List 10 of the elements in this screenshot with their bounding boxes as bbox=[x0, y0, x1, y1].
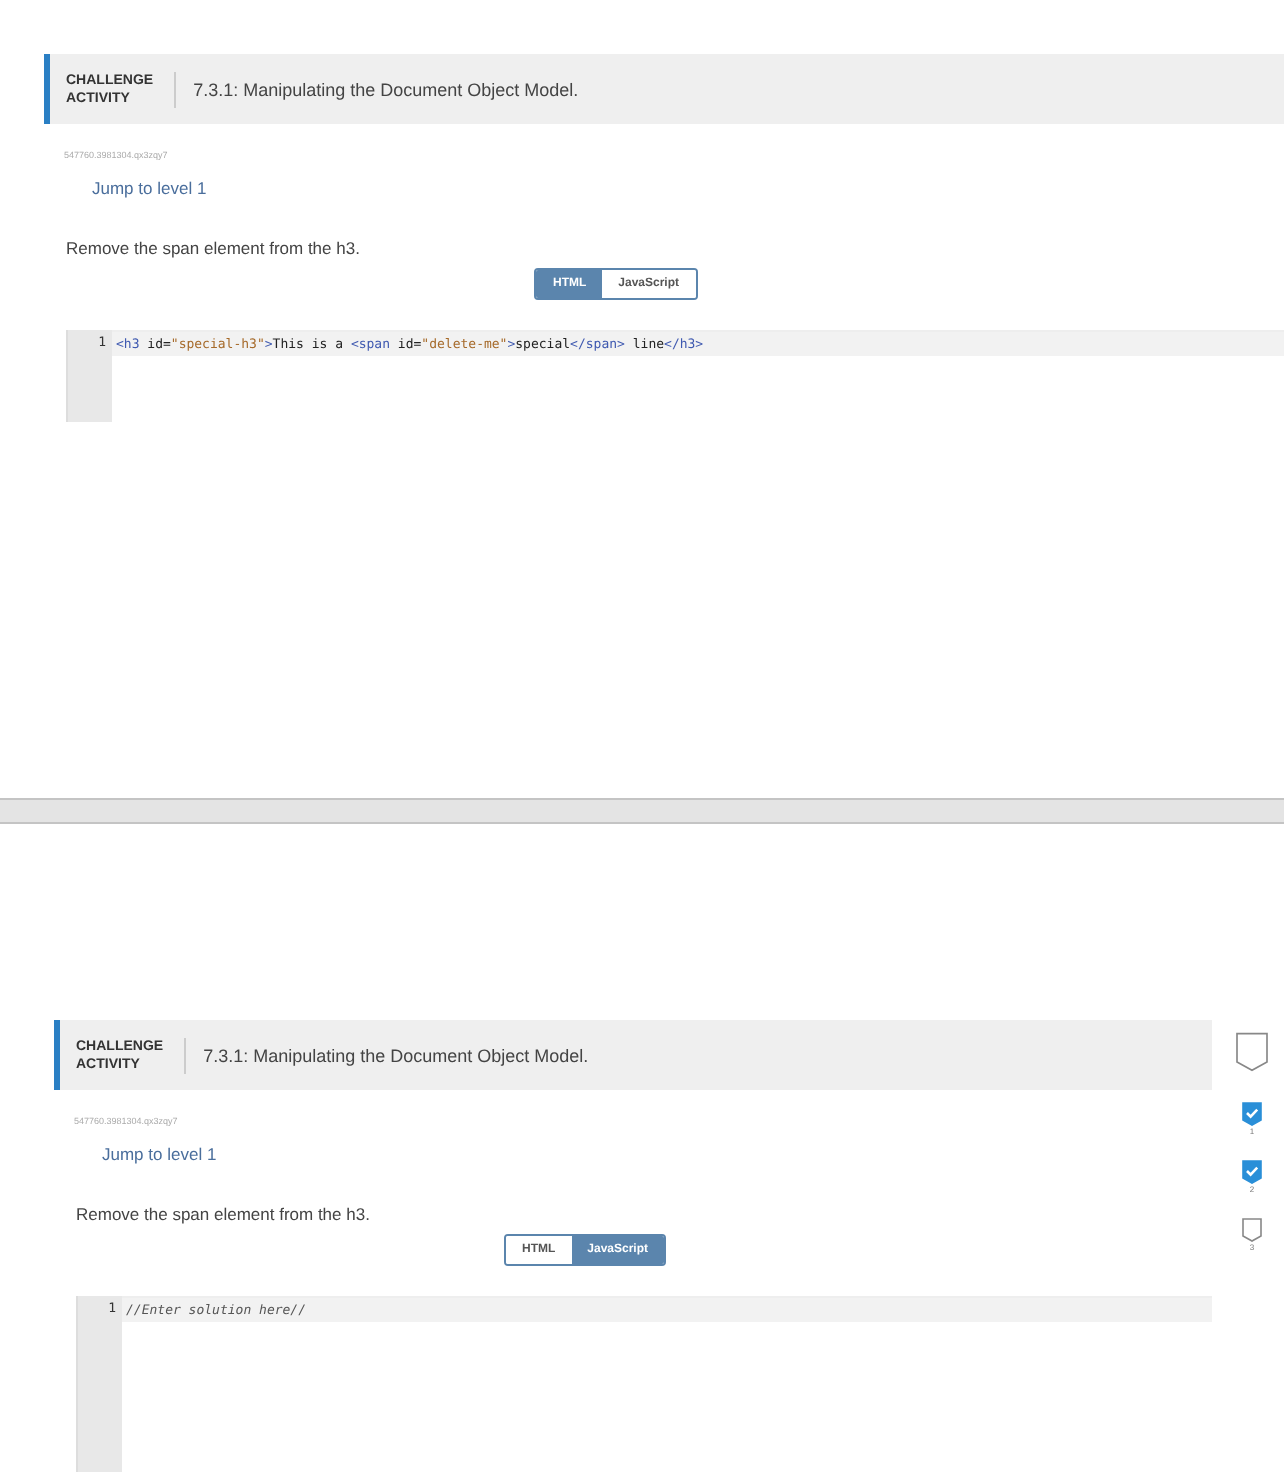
activity-title: 7.3.1: Manipulating the Document Object Model. bbox=[201, 1045, 589, 1065]
empty-level-icon[interactable] bbox=[1242, 1218, 1262, 1242]
jump-link[interactable]: Jump to level 1 bbox=[92, 178, 207, 198]
instruction-text: Remove the span element from the h3. bbox=[66, 238, 362, 258]
checked-level-icon[interactable] bbox=[1242, 1102, 1262, 1126]
checked-level-icon[interactable] bbox=[1242, 1160, 1262, 1184]
empty-level-icon[interactable] bbox=[1234, 1032, 1270, 1072]
instruction-text: Remove the span element from the h3. bbox=[76, 1204, 372, 1224]
activity-title: 7.3.1: Manipulating the Document Object Model. bbox=[191, 79, 579, 99]
jump-link[interactable]: Jump to level 1 bbox=[102, 1144, 217, 1164]
